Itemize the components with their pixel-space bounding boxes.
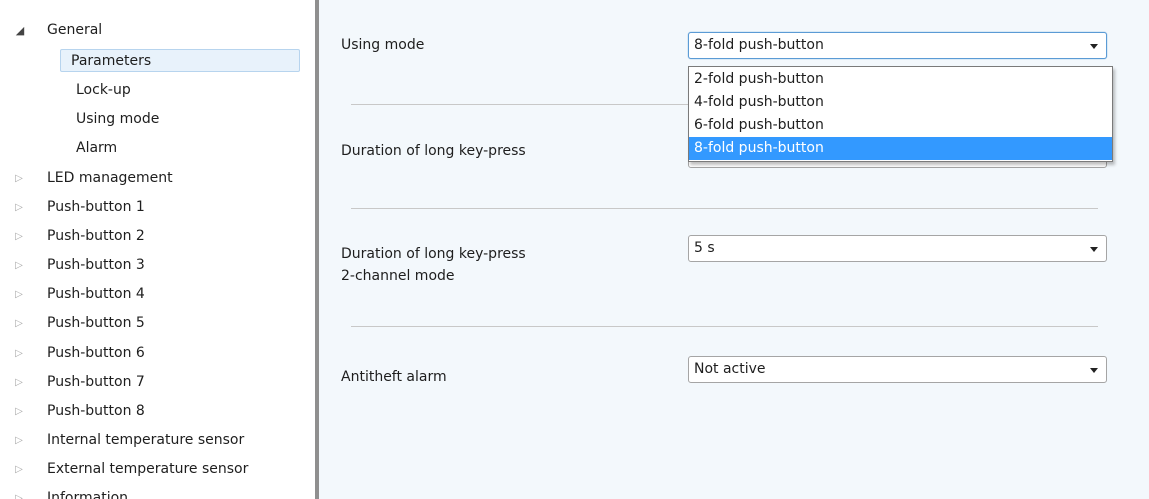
collapsed-arrow-icon[interactable]: ▷: [13, 426, 25, 455]
collapsed-arrow-icon[interactable]: ▷: [13, 309, 25, 338]
using-mode-value: 8-fold push-button: [694, 37, 824, 53]
collapsed-arrow-icon[interactable]: ▷: [13, 368, 25, 397]
tree-item-label: Push-button 2: [47, 228, 145, 244]
navigation-tree: ◢ General Parameters Lock-up Using mode …: [0, 0, 315, 499]
collapsed-arrow-icon[interactable]: ▷: [13, 193, 25, 222]
long-key-press-2ch-value: 5 s: [694, 240, 715, 256]
tree-item-label: General: [47, 22, 103, 38]
tree-item-label: Push-button 5: [47, 315, 145, 331]
expanded-arrow-icon[interactable]: ◢: [14, 16, 26, 45]
collapsed-arrow-icon[interactable]: ▷: [13, 280, 25, 309]
tree-item-label: Push-button 7: [47, 374, 145, 390]
collapsed-arrow-icon[interactable]: ▷: [13, 339, 25, 368]
tree-item-label: Push-button 3: [47, 257, 145, 273]
using-mode-dropdown-list: 2-fold push-button 4-fold push-button 6-…: [688, 66, 1113, 162]
antitheft-alarm-select[interactable]: Not active: [688, 356, 1107, 383]
tree-item-label: LED management: [47, 170, 173, 186]
antitheft-alarm-value: Not active: [694, 361, 766, 377]
collapsed-arrow-icon[interactable]: ▷: [13, 251, 25, 280]
chevron-down-icon: [1090, 247, 1098, 252]
tree-item-label: Parameters: [60, 49, 300, 72]
tree-item-label: Alarm: [76, 140, 118, 156]
using-mode-select[interactable]: 8-fold push-button: [688, 32, 1107, 59]
dropdown-option[interactable]: 8-fold push-button: [689, 137, 1112, 160]
long-key-press-2ch-label-line1: Duration of long key-press: [341, 246, 526, 262]
long-key-press-label: Duration of long key-press: [341, 143, 526, 159]
tree-item-label: Internal temperature sensor: [47, 432, 245, 448]
tree-item-label: Lock-up: [76, 82, 131, 98]
collapsed-arrow-icon[interactable]: ▷: [13, 222, 25, 251]
collapsed-arrow-icon[interactable]: ▷: [13, 397, 25, 426]
collapsed-arrow-icon[interactable]: ▷: [13, 484, 25, 499]
separator: [351, 208, 1098, 209]
tree-item-label: Push-button 6: [47, 345, 145, 361]
tree-item-label: External temperature sensor: [47, 461, 249, 477]
tree-item-label: Push-button 1: [47, 199, 145, 215]
tree-item-label: Information: [47, 490, 129, 499]
collapsed-arrow-icon[interactable]: ▷: [13, 455, 25, 484]
long-key-press-2ch-label-line2: 2-channel mode: [341, 268, 455, 284]
dropdown-option[interactable]: 2-fold push-button: [689, 68, 1112, 91]
chevron-down-icon: [1090, 44, 1098, 49]
long-key-press-2ch-select[interactable]: 5 s: [688, 235, 1107, 262]
dropdown-option[interactable]: 4-fold push-button: [689, 91, 1112, 114]
antitheft-alarm-label: Antitheft alarm: [341, 369, 447, 385]
tree-item-label: Using mode: [76, 111, 160, 127]
dropdown-option[interactable]: 6-fold push-button: [689, 114, 1112, 137]
separator: [351, 326, 1098, 327]
using-mode-label: Using mode: [341, 37, 425, 53]
tree-item-label: Push-button 4: [47, 286, 145, 302]
tree-item-label: Push-button 8: [47, 403, 145, 419]
chevron-down-icon: [1090, 368, 1098, 373]
collapsed-arrow-icon[interactable]: ▷: [13, 164, 25, 193]
